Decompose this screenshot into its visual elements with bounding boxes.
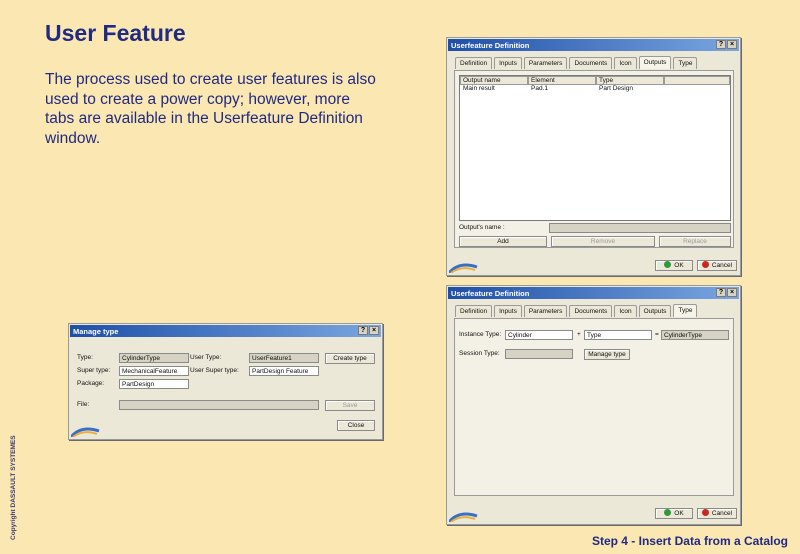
tab-outputs[interactable]: Outputs: [638, 56, 672, 69]
outputs-list[interactable]: Output name Element Type Main result Pad…: [459, 75, 731, 221]
ok-button[interactable]: OK: [655, 508, 693, 519]
close-button[interactable]: ×: [727, 40, 737, 49]
ok-icon: [664, 509, 672, 516]
replace-button[interactable]: Replace: [659, 236, 731, 247]
ok-button[interactable]: OK: [655, 260, 693, 271]
outputs-name-field[interactable]: [549, 223, 731, 233]
userfeature-definition-window-type: Userfeature Definition ? × Definition In…: [446, 285, 741, 525]
slide-footer: Step 4 - Insert Data from a Catalog: [591, 534, 788, 548]
add-button[interactable]: Add: [459, 236, 547, 247]
remove-button[interactable]: Remove: [551, 236, 655, 247]
manage-type-window: Manage type ? × Type: CylinderType User …: [68, 323, 383, 440]
column-output-name[interactable]: Output name: [460, 76, 528, 85]
tab-inputs[interactable]: Inputs: [494, 305, 522, 317]
cancel-icon: [701, 509, 709, 516]
column-type[interactable]: Type: [596, 76, 664, 85]
save-button[interactable]: Save: [325, 400, 375, 411]
ok-label: OK: [674, 510, 684, 517]
slide-body: The process used to create user features…: [45, 71, 376, 147]
super-type-label: Super type:: [77, 367, 111, 374]
cancel-label: Cancel: [711, 510, 733, 517]
window-titlebar[interactable]: Userfeature Definition ? ×: [448, 287, 739, 299]
tab-outputs[interactable]: Outputs: [638, 305, 672, 317]
window-titlebar[interactable]: Manage type ? ×: [70, 325, 381, 337]
tab-type[interactable]: Type: [673, 304, 698, 317]
tab-documents[interactable]: Documents: [569, 305, 613, 317]
catia-logo-icon: [71, 423, 101, 437]
window-title: Userfeature Definition: [451, 288, 530, 298]
type-field: CylinderType: [119, 353, 189, 363]
tab-icon[interactable]: Icon: [614, 305, 637, 317]
package-label: Package:: [77, 380, 105, 387]
type-panel: Instance Type: Cylinder + Type = Cylinde…: [454, 318, 734, 496]
super-type-input[interactable]: MechanicalFeature: [119, 366, 189, 376]
file-label: File:: [77, 401, 90, 408]
list-item[interactable]: Main result Pad.1 Part Design: [460, 85, 730, 93]
tab-documents[interactable]: Documents: [569, 57, 613, 69]
catia-logo-icon: [449, 259, 479, 273]
window-title: Manage type: [73, 326, 119, 336]
tab-parameters[interactable]: Parameters: [523, 305, 568, 317]
cell-element: Pad.1: [531, 85, 548, 92]
ok-label: OK: [674, 262, 684, 269]
outputs-name-label: Output's name :: [459, 224, 505, 231]
slide-title: User Feature: [45, 20, 186, 46]
close-button[interactable]: ×: [727, 288, 737, 297]
user-super-type-input[interactable]: PartDesign Feature: [249, 366, 319, 376]
tab-definition[interactable]: Definition: [455, 305, 493, 317]
instance-type-label: Instance Type:: [459, 331, 502, 338]
cancel-icon: [701, 261, 709, 268]
window-titlebar[interactable]: Userfeature Definition ? ×: [448, 39, 739, 51]
instance-type-input[interactable]: Cylinder: [505, 330, 573, 340]
cancel-label: Cancel: [711, 262, 733, 269]
cell-type: Part Design: [599, 85, 633, 92]
manage-type-button[interactable]: Manage type: [584, 349, 630, 360]
window-title: Userfeature Definition: [451, 40, 530, 50]
userfeature-definition-window-outputs: Userfeature Definition ? × Definition In…: [446, 37, 741, 276]
type-label: Type:: [77, 354, 93, 361]
user-type-label: User Type:: [190, 354, 222, 361]
tab-type[interactable]: Type: [673, 57, 698, 69]
help-button[interactable]: ?: [358, 326, 368, 335]
cancel-button[interactable]: Cancel: [697, 260, 737, 271]
close-dialog-button[interactable]: Close: [337, 420, 375, 431]
tab-definition[interactable]: Definition: [455, 57, 493, 69]
session-type-field: [505, 349, 573, 359]
tab-inputs[interactable]: Inputs: [494, 57, 522, 69]
ok-icon: [664, 261, 672, 268]
tab-parameters[interactable]: Parameters: [523, 57, 568, 69]
tab-icon[interactable]: Icon: [614, 57, 637, 69]
session-type-label: Session Type:: [459, 350, 500, 357]
help-button[interactable]: ?: [716, 288, 726, 297]
user-type-field: UserFeature1: [249, 353, 319, 363]
cancel-button[interactable]: Cancel: [697, 508, 737, 519]
copyright-text: Copyright DASSAULT SYSTEMES: [10, 435, 17, 540]
cell-output-name: Main result: [463, 85, 495, 92]
file-field[interactable]: [119, 400, 319, 410]
result-type-field: CylinderType: [661, 330, 729, 340]
user-super-type-label: User Super type:: [190, 367, 239, 374]
list-header: Output name Element Type: [460, 76, 730, 85]
package-input[interactable]: PartDesign: [119, 379, 189, 389]
column-element[interactable]: Element: [528, 76, 596, 85]
equals-sign: =: [655, 331, 659, 338]
catia-logo-icon: [449, 508, 479, 522]
plus-sign: +: [577, 331, 581, 338]
tab-bar: Definition Inputs Parameters Documents I…: [455, 56, 698, 69]
type-suffix-input[interactable]: Type: [584, 330, 652, 340]
close-button[interactable]: ×: [369, 326, 379, 335]
tab-bar: Definition Inputs Parameters Documents I…: [455, 304, 698, 317]
outputs-panel: Output name Element Type Main result Pad…: [454, 70, 734, 248]
create-type-button[interactable]: Create type: [325, 353, 375, 364]
help-button[interactable]: ?: [716, 40, 726, 49]
